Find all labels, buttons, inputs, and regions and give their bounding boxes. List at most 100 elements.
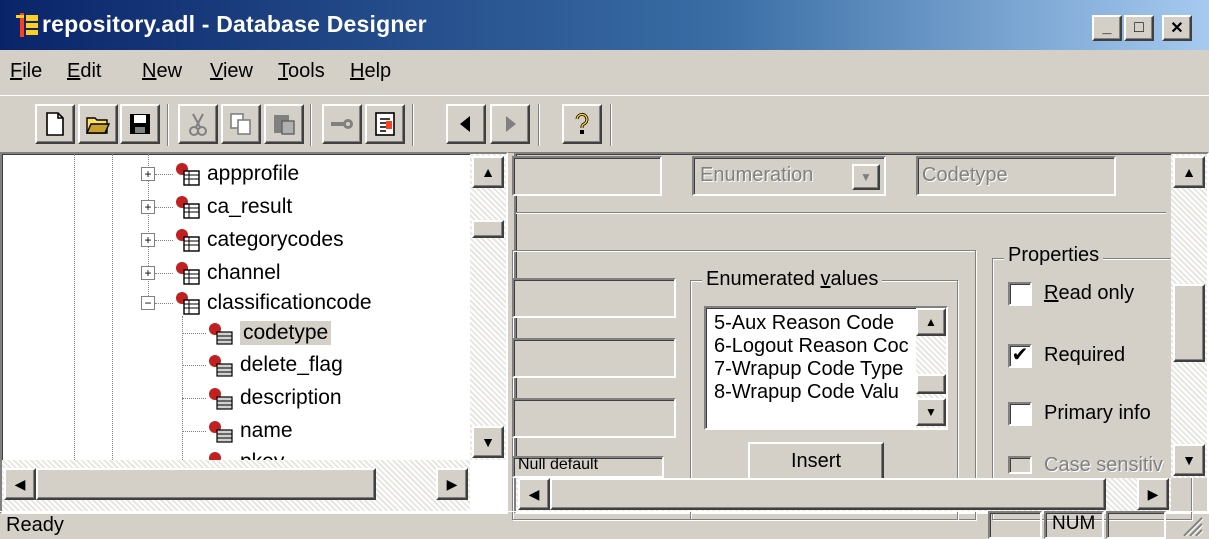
- tree-scroll-thumb[interactable]: [472, 220, 504, 238]
- tree-item-name[interactable]: name: [206, 415, 293, 447]
- tree-item-categorycodes[interactable]: categorycodes: [173, 224, 344, 256]
- tree-item-classificationcode[interactable]: classificationcode: [173, 287, 372, 319]
- list-scroll-thumb[interactable]: [916, 374, 946, 394]
- scroll-left-button[interactable]: ◀: [4, 468, 36, 500]
- read-only-label: Read only: [1044, 282, 1135, 304]
- key-button[interactable]: [322, 104, 362, 144]
- resize-grip-icon[interactable]: [1180, 514, 1204, 536]
- maximize-button[interactable]: □: [1124, 15, 1154, 41]
- menu-view[interactable]: View: [210, 60, 253, 83]
- list-scroll-down[interactable]: ▼: [916, 398, 946, 426]
- minimize-button[interactable]: _: [1092, 15, 1122, 41]
- pane-scroll-right[interactable]: ▶: [1137, 478, 1169, 510]
- tree-item-pkey[interactable]: pkey: [206, 446, 284, 460]
- menu-edit[interactable]: Edit: [67, 60, 101, 83]
- tree-item-codetype[interactable]: codetype: [206, 317, 332, 349]
- tree-item-channel[interactable]: channel: [173, 257, 281, 289]
- pane-scroll-up[interactable]: ▲: [1173, 156, 1205, 188]
- new-file-button[interactable]: [35, 104, 75, 144]
- case-sensitive-checkbox[interactable]: [1008, 456, 1032, 474]
- down-arrow-icon: ▼: [925, 405, 937, 419]
- type-select[interactable]: Enumeration ▼: [692, 156, 886, 196]
- down-arrow-icon: ▼: [481, 434, 495, 450]
- paste-button[interactable]: [264, 104, 304, 144]
- status-panel-num: NUM: [1044, 511, 1104, 539]
- list-item[interactable]: 7-Wrapup Code Type: [714, 358, 903, 380]
- precision-field[interactable]: [512, 338, 676, 378]
- close-button[interactable]: ✕: [1162, 15, 1192, 41]
- scroll-up-button[interactable]: ▲: [472, 156, 504, 188]
- toolbar-separator: [610, 104, 612, 146]
- copy-icon: [230, 113, 251, 135]
- menu-help[interactable]: Help: [350, 60, 391, 83]
- enumerated-values-label: Enumerated values: [702, 268, 883, 291]
- list-item[interactable]: 5-Aux Reason Code: [714, 312, 894, 334]
- tree-view[interactable]: + appprofile + ca_result + categorycodes…: [0, 152, 508, 514]
- codetype-field[interactable]: Codetype: [916, 156, 1116, 196]
- pane-scroll-left[interactable]: ◀: [518, 478, 550, 510]
- expand-toggle[interactable]: +: [141, 167, 155, 181]
- pane-scroll-down[interactable]: ▼: [1173, 444, 1205, 476]
- table-icon: [176, 292, 200, 315]
- expand-toggle[interactable]: +: [141, 266, 155, 280]
- scale-field[interactable]: [512, 398, 676, 438]
- menu-file[interactable]: File: [10, 60, 42, 83]
- back-button[interactable]: [446, 104, 486, 144]
- table-icon: [176, 262, 200, 285]
- help-button[interactable]: [562, 104, 602, 144]
- save-icon: [130, 114, 150, 134]
- cut-icon: [189, 113, 207, 136]
- null-default-select[interactable]: Null default: [512, 456, 664, 478]
- minimize-icon: _: [1102, 19, 1112, 36]
- open-button[interactable]: [78, 104, 118, 144]
- forward-arrow-icon: [506, 116, 516, 132]
- tree-guide-line: [74, 154, 75, 460]
- expand-toggle[interactable]: +: [141, 233, 155, 247]
- tree-item-label: name: [240, 419, 293, 442]
- chevron-down-icon[interactable]: ▼: [852, 164, 880, 190]
- menu-tools[interactable]: Tools: [278, 60, 325, 83]
- properties-button[interactable]: [365, 104, 405, 144]
- tree-item-ca-result[interactable]: ca_result: [173, 191, 292, 223]
- menu-new[interactable]: New: [142, 60, 182, 83]
- tree-item-delete-flag[interactable]: delete_flag: [206, 349, 343, 381]
- scroll-right-button[interactable]: ▶: [436, 468, 468, 500]
- expand-toggle[interactable]: +: [141, 200, 155, 214]
- copy-button[interactable]: [221, 104, 261, 144]
- tree-hscroll-thumb[interactable]: [36, 468, 376, 500]
- properties-label: Properties: [1004, 244, 1104, 267]
- help-icon: [575, 112, 589, 134]
- insert-button[interactable]: Insert: [748, 442, 884, 482]
- tree-content: + appprofile + ca_result + categorycodes…: [2, 154, 470, 460]
- name-field[interactable]: [512, 156, 662, 196]
- left-arrow-icon: ◀: [528, 485, 540, 502]
- table-icon: [176, 229, 200, 252]
- back-arrow-icon: [460, 116, 470, 132]
- required-checkbox[interactable]: ✔: [1008, 344, 1032, 368]
- status-panel-scrl: [1106, 511, 1166, 539]
- collapse-toggle[interactable]: −: [141, 296, 155, 310]
- list-item[interactable]: 6-Logout Reason Coc: [714, 335, 909, 357]
- scroll-down-button[interactable]: ▼: [472, 426, 504, 458]
- list-item[interactable]: 8-Wrapup Code Valu: [714, 381, 899, 403]
- toolbar-separator: [310, 104, 312, 146]
- enumerated-values-list[interactable]: 5-Aux Reason Code 6-Logout Reason Coc 7-…: [704, 306, 948, 430]
- length-field[interactable]: [512, 278, 676, 318]
- cut-button[interactable]: [178, 104, 218, 144]
- properties-icon: [375, 112, 395, 136]
- tree-vertical-scrollbar[interactable]: [470, 154, 506, 460]
- read-only-checkbox[interactable]: [1008, 282, 1032, 306]
- list-scroll-up[interactable]: ▲: [916, 308, 946, 336]
- primary-info-checkbox[interactable]: [1008, 402, 1032, 426]
- forward-button[interactable]: [490, 104, 530, 144]
- right-arrow-icon: ▶: [446, 475, 458, 492]
- open-folder-icon: [85, 117, 111, 134]
- pane-scroll-thumb[interactable]: [1173, 284, 1205, 362]
- save-button[interactable]: [120, 104, 160, 144]
- tree-item-appprofile[interactable]: appprofile: [173, 158, 299, 190]
- tree-item-description[interactable]: description: [206, 382, 342, 414]
- pane-hscroll-thumb[interactable]: [550, 478, 1106, 510]
- column-icon: [209, 388, 233, 410]
- title-bar[interactable]: repository.adl - Database Designer _ □ ✕: [0, 0, 1209, 50]
- tree-guide-line: [182, 333, 206, 334]
